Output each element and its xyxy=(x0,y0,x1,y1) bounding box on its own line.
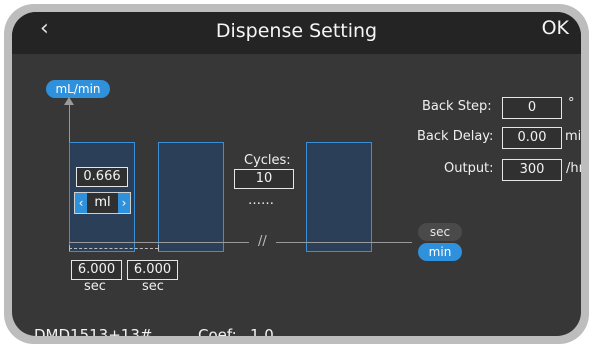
dispense-time-input[interactable]: 6.000 xyxy=(71,260,122,280)
back-delay-unit: min xyxy=(565,129,581,144)
ok-button[interactable]: OK xyxy=(542,17,569,39)
output-label: Output: xyxy=(444,161,494,176)
axis-break-mark: // xyxy=(258,234,267,249)
dispense-bar-3 xyxy=(306,142,372,252)
output-unit: /hr xyxy=(566,161,581,176)
dispense-bar-2 xyxy=(158,142,224,252)
output-input[interactable]: 300 xyxy=(502,159,562,181)
back-step-label: Back Step: xyxy=(422,99,492,114)
dispense-time-span xyxy=(69,248,158,249)
top-bar: ‹ Dispense Setting OK xyxy=(12,12,581,54)
x-axis-left xyxy=(69,242,249,243)
unit-prev-button[interactable]: ‹ xyxy=(75,193,87,213)
time-unit-min-toggle[interactable]: min xyxy=(418,243,462,261)
back-delay-label: Back Delay: xyxy=(417,129,494,144)
page-title: Dispense Setting xyxy=(215,20,378,42)
ellipsis: …… xyxy=(248,193,274,208)
cycles-label: Cycles: xyxy=(244,153,291,168)
interval-time-input[interactable]: 6.000 xyxy=(127,260,178,280)
volume-unit-label: ml xyxy=(94,195,111,210)
coef-value: 1.0 xyxy=(250,326,274,336)
y-unit-badge[interactable]: mL/min xyxy=(46,80,110,98)
measure-tick xyxy=(158,245,159,251)
screen: ‹ Dispense Setting OK mL/min 0.666 ‹ ml … xyxy=(12,12,581,336)
back-step-unit: ° xyxy=(568,96,575,111)
device-bezel: ‹ Dispense Setting OK mL/min 0.666 ‹ ml … xyxy=(4,4,589,344)
coef-label: Coef: xyxy=(198,326,237,336)
device-model: DMD1513+13# xyxy=(34,326,153,336)
unit-next-button[interactable]: › xyxy=(118,193,130,213)
back-delay-input[interactable]: 0.00 xyxy=(502,127,562,149)
volume-unit-stepper[interactable]: ‹ ml › xyxy=(74,192,131,214)
x-axis-right xyxy=(276,242,412,243)
cycles-input[interactable]: 10 xyxy=(234,169,294,189)
dispense-time-unit: sec xyxy=(84,279,106,294)
back-step-input[interactable]: 0 xyxy=(502,97,562,119)
volume-input[interactable]: 0.666 xyxy=(76,167,128,187)
interval-time-unit: sec xyxy=(142,279,164,294)
time-unit-sec-toggle[interactable]: sec xyxy=(418,223,462,241)
